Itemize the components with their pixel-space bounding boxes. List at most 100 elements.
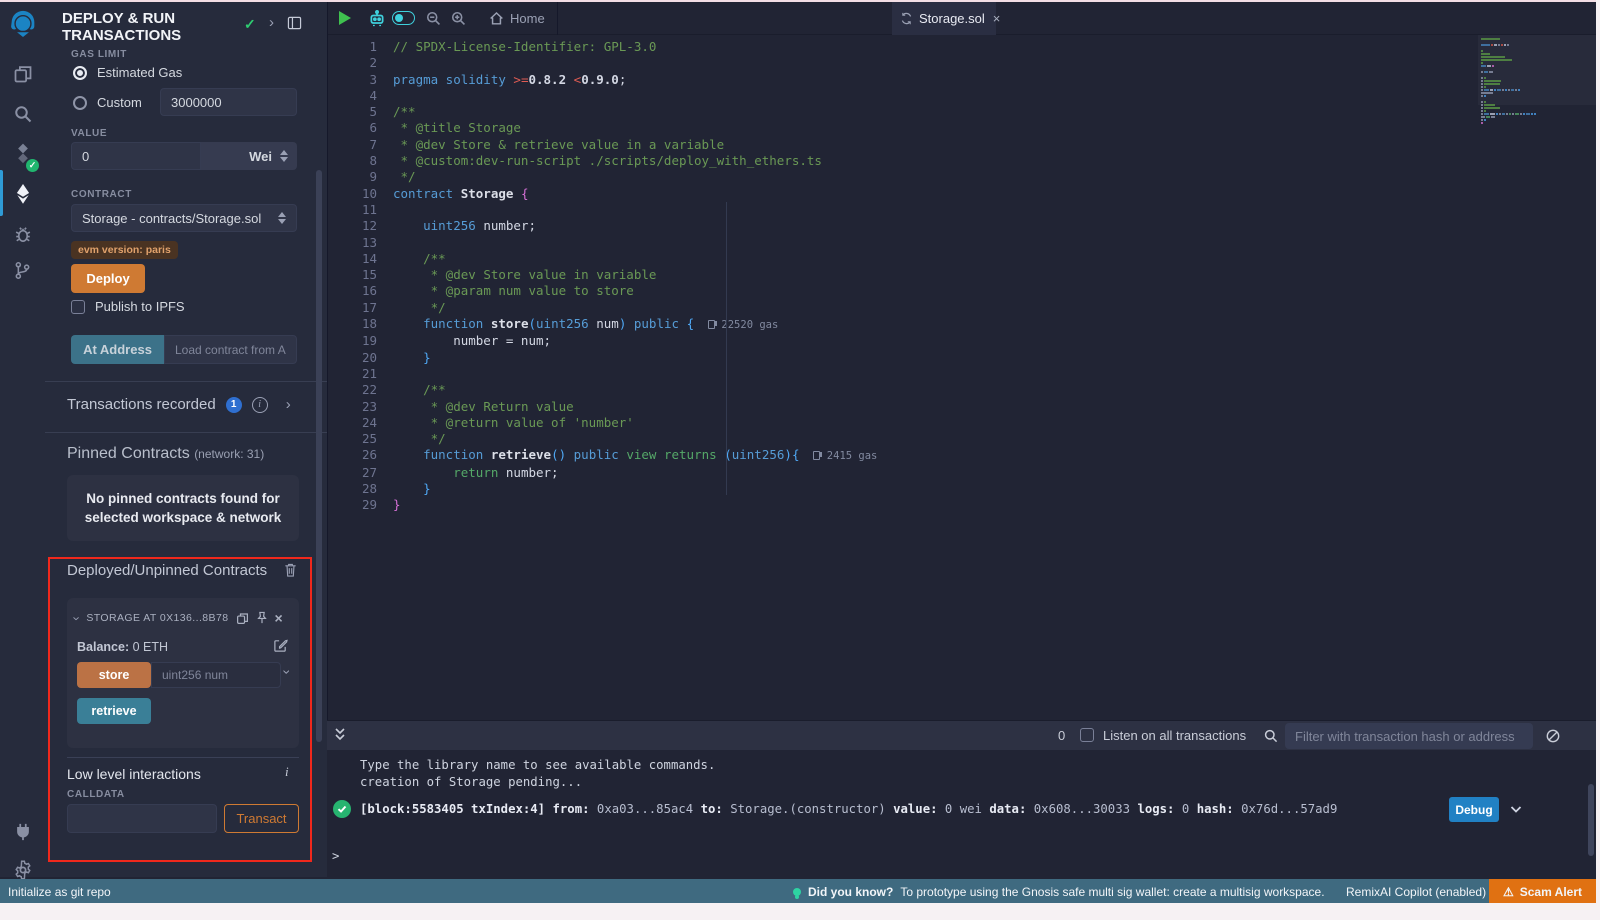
pin-contract-icon[interactable]: [256, 611, 268, 625]
remove-instance-icon[interactable]: ×: [275, 610, 283, 626]
contract-instance-card: › STORAGE AT 0X136...8B78 × Balance: 0 E…: [67, 598, 299, 748]
publish-ipfs-checkbox[interactable]: [71, 300, 85, 314]
transact-button[interactable]: Transact: [224, 804, 299, 833]
terminal-prompt[interactable]: >: [332, 849, 339, 863]
editor-toolbar: Home Storage.sol ×: [328, 2, 1596, 35]
pinned-contracts-heading: Pinned Contracts (network: 31): [67, 445, 264, 463]
pinned-title: Pinned Contracts: [67, 445, 190, 462]
collapse-terminal-icon[interactable]: [333, 726, 347, 744]
transaction-count: 0: [1058, 728, 1065, 743]
value-unit-select[interactable]: Wei: [201, 142, 297, 170]
contract-instance-header[interactable]: › STORAGE AT 0X136...8B78 ×: [75, 610, 283, 626]
edit-balance-icon[interactable]: [273, 638, 288, 653]
contract-select-value: Storage - contracts/Storage.sol: [82, 211, 261, 226]
estimated-gas-radio[interactable]: [73, 66, 87, 80]
tip-text: To prototype using the Gnosis safe multi…: [900, 885, 1324, 899]
terminal-line: creation of Storage pending...: [360, 775, 582, 789]
transactions-count-badge: 1: [226, 397, 242, 413]
window-frame-bottom: [0, 903, 1600, 920]
panel-expand-icon[interactable]: ›: [269, 14, 274, 31]
estimated-gas-label: Estimated Gas: [97, 65, 182, 80]
tip-label: Did you know?: [808, 885, 893, 899]
deploy-run-icon[interactable]: [0, 174, 45, 214]
git-icon[interactable]: [0, 250, 45, 290]
chevron-down-icon[interactable]: ›: [70, 616, 85, 620]
evm-version-badge: evm version: paris: [71, 241, 178, 259]
balance-value: 0 ETH: [133, 640, 168, 654]
debug-button[interactable]: Debug: [1449, 797, 1499, 822]
home-tab[interactable]: Home: [510, 11, 545, 26]
active-plugin-indicator: [0, 170, 3, 216]
search-icon[interactable]: [0, 94, 45, 134]
panel-title: DEPLOY & RUN TRANSACTIONS: [62, 10, 237, 44]
publish-ipfs-row[interactable]: Publish to IPFS: [71, 299, 185, 314]
debugger-icon[interactable]: [0, 214, 45, 254]
terminal-scrollbar[interactable]: [1588, 784, 1594, 856]
minimap-slider[interactable]: [1478, 35, 1597, 105]
git-init-status[interactable]: Initialize as git repo: [8, 885, 111, 899]
at-address-button[interactable]: At Address: [71, 335, 164, 364]
custom-gas-radio[interactable]: [73, 96, 87, 110]
custom-gas-input[interactable]: [160, 88, 297, 116]
contract-stepper-icon: [278, 212, 286, 224]
tab-storage-sol[interactable]: Storage.sol ×: [892, 2, 996, 35]
pinned-empty-card: No pinned contracts found for selected w…: [67, 475, 299, 541]
copilot-toggle[interactable]: [392, 11, 415, 25]
minimap[interactable]: [1481, 38, 1536, 125]
publish-ipfs-label: Publish to IPFS: [95, 299, 185, 314]
panel-scrollbar[interactable]: [316, 170, 322, 742]
panel-check-icon: ✓: [244, 16, 256, 33]
contract-select[interactable]: Storage - contracts/Storage.sol: [71, 204, 297, 232]
remix-ide-window: ✓ DEPLOY & RUN TRANSACTIONS ✓ › GAS LIMI…: [0, 2, 1596, 903]
transactions-expand-icon[interactable]: ›: [286, 396, 291, 413]
expand-args-icon[interactable]: ›: [279, 670, 295, 675]
transactions-recorded-row[interactable]: Transactions recorded 1 i ›: [67, 396, 291, 413]
terminal[interactable]: Type the library name to see available c…: [327, 750, 1596, 879]
balance-label: Balance:: [77, 640, 129, 654]
custom-gas-radio-row[interactable]: Custom: [73, 95, 142, 110]
remix-logo[interactable]: [0, 4, 45, 46]
tab-close-icon[interactable]: ×: [993, 11, 1001, 26]
did-you-know-tip: Did you know? To prototype using the Gno…: [793, 885, 1325, 899]
tx-expand-icon[interactable]: [1508, 801, 1524, 817]
terminal-search-icon[interactable]: [1263, 728, 1279, 744]
store-button[interactable]: store: [77, 662, 151, 688]
home-icon[interactable]: [488, 10, 505, 27]
deploy-button[interactable]: Deploy: [71, 264, 145, 293]
estimated-gas-radio-row[interactable]: Estimated Gas: [73, 65, 182, 80]
divider: [67, 757, 299, 758]
copy-address-icon[interactable]: [236, 612, 249, 625]
plugin-manager-icon[interactable]: [0, 812, 45, 852]
file-explorer-icon[interactable]: [0, 54, 45, 94]
info-icon[interactable]: i: [252, 397, 268, 413]
status-bar: Initialize as git repo Did you know? To …: [0, 879, 1596, 905]
solidity-compiler-icon[interactable]: ✓: [0, 134, 45, 174]
lightbulb-icon: [793, 888, 801, 896]
filter-transactions-input[interactable]: [1285, 723, 1533, 749]
divider: [45, 381, 327, 382]
tab-label: Storage.sol: [919, 11, 985, 26]
pin-panel-icon[interactable]: [287, 16, 302, 30]
value-input[interactable]: [71, 142, 201, 170]
zoom-out-icon[interactable]: [425, 10, 442, 27]
calldata-input[interactable]: [67, 804, 217, 833]
value-unit-label: Wei: [249, 149, 272, 164]
low-level-info-icon[interactable]: i: [285, 764, 289, 780]
copilot-status[interactable]: RemixAI Copilot (enabled): [1346, 885, 1486, 899]
trash-icon[interactable]: [283, 562, 298, 578]
pinned-network: (network: 31): [194, 447, 264, 461]
code-area[interactable]: 1// SPDX-License-Identifier: GPL-3.023pr…: [328, 35, 1597, 720]
contract-label: CONTRACT: [71, 189, 132, 200]
zoom-in-icon[interactable]: [450, 10, 467, 27]
warning-icon: ⚠: [1503, 885, 1514, 899]
retrieve-button[interactable]: retrieve: [77, 698, 151, 724]
clear-console-icon[interactable]: [1545, 728, 1561, 744]
ai-assistant-robot-icon[interactable]: [367, 8, 387, 28]
terminal-line: Type the library name to see available c…: [360, 758, 715, 772]
store-arg-input[interactable]: [151, 662, 281, 688]
run-script-icon[interactable]: [339, 11, 351, 25]
at-address-input[interactable]: [164, 335, 297, 364]
scam-alert-button[interactable]: ⚠ Scam Alert: [1489, 879, 1596, 905]
tx-log-text[interactable]: [block:5583405 txIndex:4] from: 0xa03...…: [360, 802, 1440, 816]
listen-all-checkbox[interactable]: [1080, 728, 1094, 742]
